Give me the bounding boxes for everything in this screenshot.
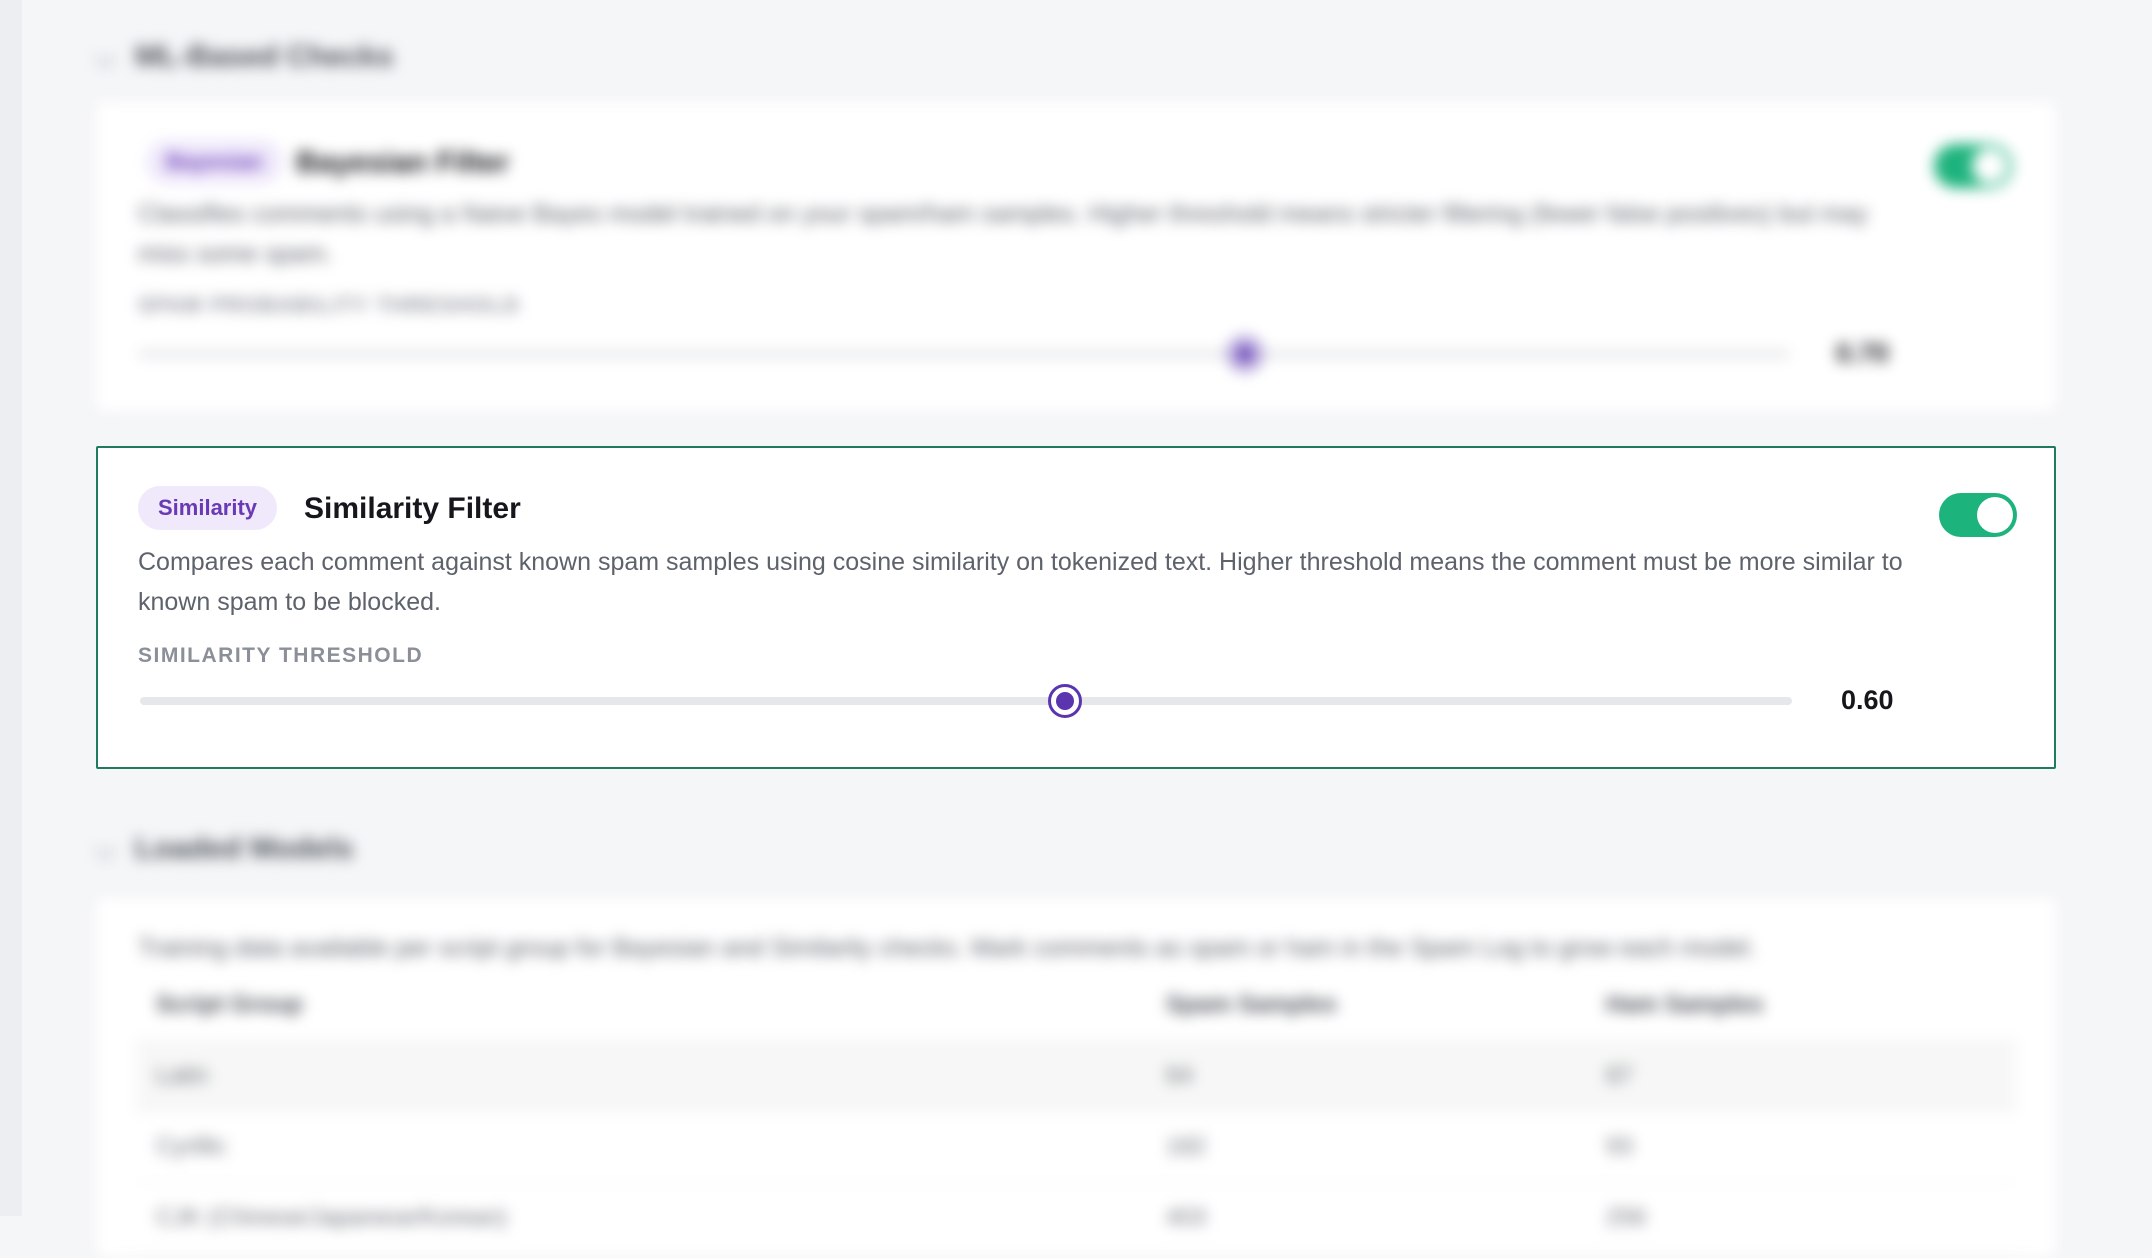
table-row: Cyrillic 182 93 [136, 1112, 2016, 1183]
table-cell: 403 [1166, 1204, 1207, 1231]
table-header-row: Script Group Spam Samples Ham Samples [136, 970, 2016, 1041]
bayesian-enable-toggle[interactable] [1934, 144, 2012, 188]
table-cell: 64 [1166, 1062, 1193, 1089]
column-header: Ham Samples [1606, 991, 1764, 1018]
bayesian-filter-card: Bayesian Bayesian Filter Classifies comm… [96, 102, 2056, 412]
table-cell: 87 [1606, 1062, 1633, 1089]
column-header: Script Group [156, 991, 303, 1018]
threshold-value: 0.70 [1836, 338, 1889, 368]
table-cell: 256 [1606, 1204, 1647, 1231]
section-header[interactable]: ML-Based Checks [94, 40, 394, 74]
table-row: Latin 64 87 [136, 1041, 2016, 1112]
card-title: Similarity Filter [304, 492, 521, 525]
card-title: Bayesian Filter [296, 146, 510, 179]
table-cell: Latin [156, 1062, 209, 1089]
field-label: SIMILARITY THRESHOLD [138, 644, 424, 667]
models-table: Script Group Spam Samples Ham Samples La… [136, 970, 2016, 1254]
loaded-models-card: Training data available per script group… [96, 898, 2056, 1258]
bayesian-badge: Bayesian [146, 140, 283, 184]
similarity-filter-card: Similarity Similarity Filter Compares ea… [96, 446, 2056, 769]
side-rail [0, 0, 22, 1216]
chevron-down-icon [94, 46, 117, 68]
section-header[interactable]: Loaded Models [94, 832, 354, 866]
similarity-slider-track[interactable] [140, 697, 1792, 705]
chevron-down-icon [94, 838, 117, 860]
models-description: Training data available per script group… [138, 934, 1756, 962]
table-cell: Cyrillic [156, 1133, 227, 1160]
toggle-knob [1977, 497, 2013, 533]
slider-track[interactable] [138, 350, 1790, 358]
field-label: SPAM PROBABILITY THRESHOLD [138, 294, 521, 317]
table-row: CJK (Chinese/Japanese/Korean) 403 256 [136, 1183, 2016, 1254]
section-title: Loaded Models [135, 832, 354, 865]
similarity-badge: Similarity [138, 486, 278, 530]
toggle-knob [1972, 148, 2008, 184]
similarity-enable-toggle[interactable] [1939, 493, 2017, 537]
column-header: Spam Samples [1166, 991, 1337, 1018]
section-title: ML-Based Checks [135, 40, 394, 73]
threshold-value: 0.60 [1841, 685, 1894, 715]
table-cell: 93 [1606, 1133, 1633, 1160]
card-description: Compares each comment against known spam… [138, 548, 1903, 616]
card-description: Classifies comments using a Naive Bayes … [138, 200, 1868, 268]
slider-thumb[interactable] [1227, 337, 1262, 371]
table-cell: 182 [1166, 1133, 1207, 1160]
similarity-slider-thumb[interactable] [1048, 684, 1083, 718]
table-cell: CJK (Chinese/Japanese/Korean) [156, 1204, 507, 1231]
